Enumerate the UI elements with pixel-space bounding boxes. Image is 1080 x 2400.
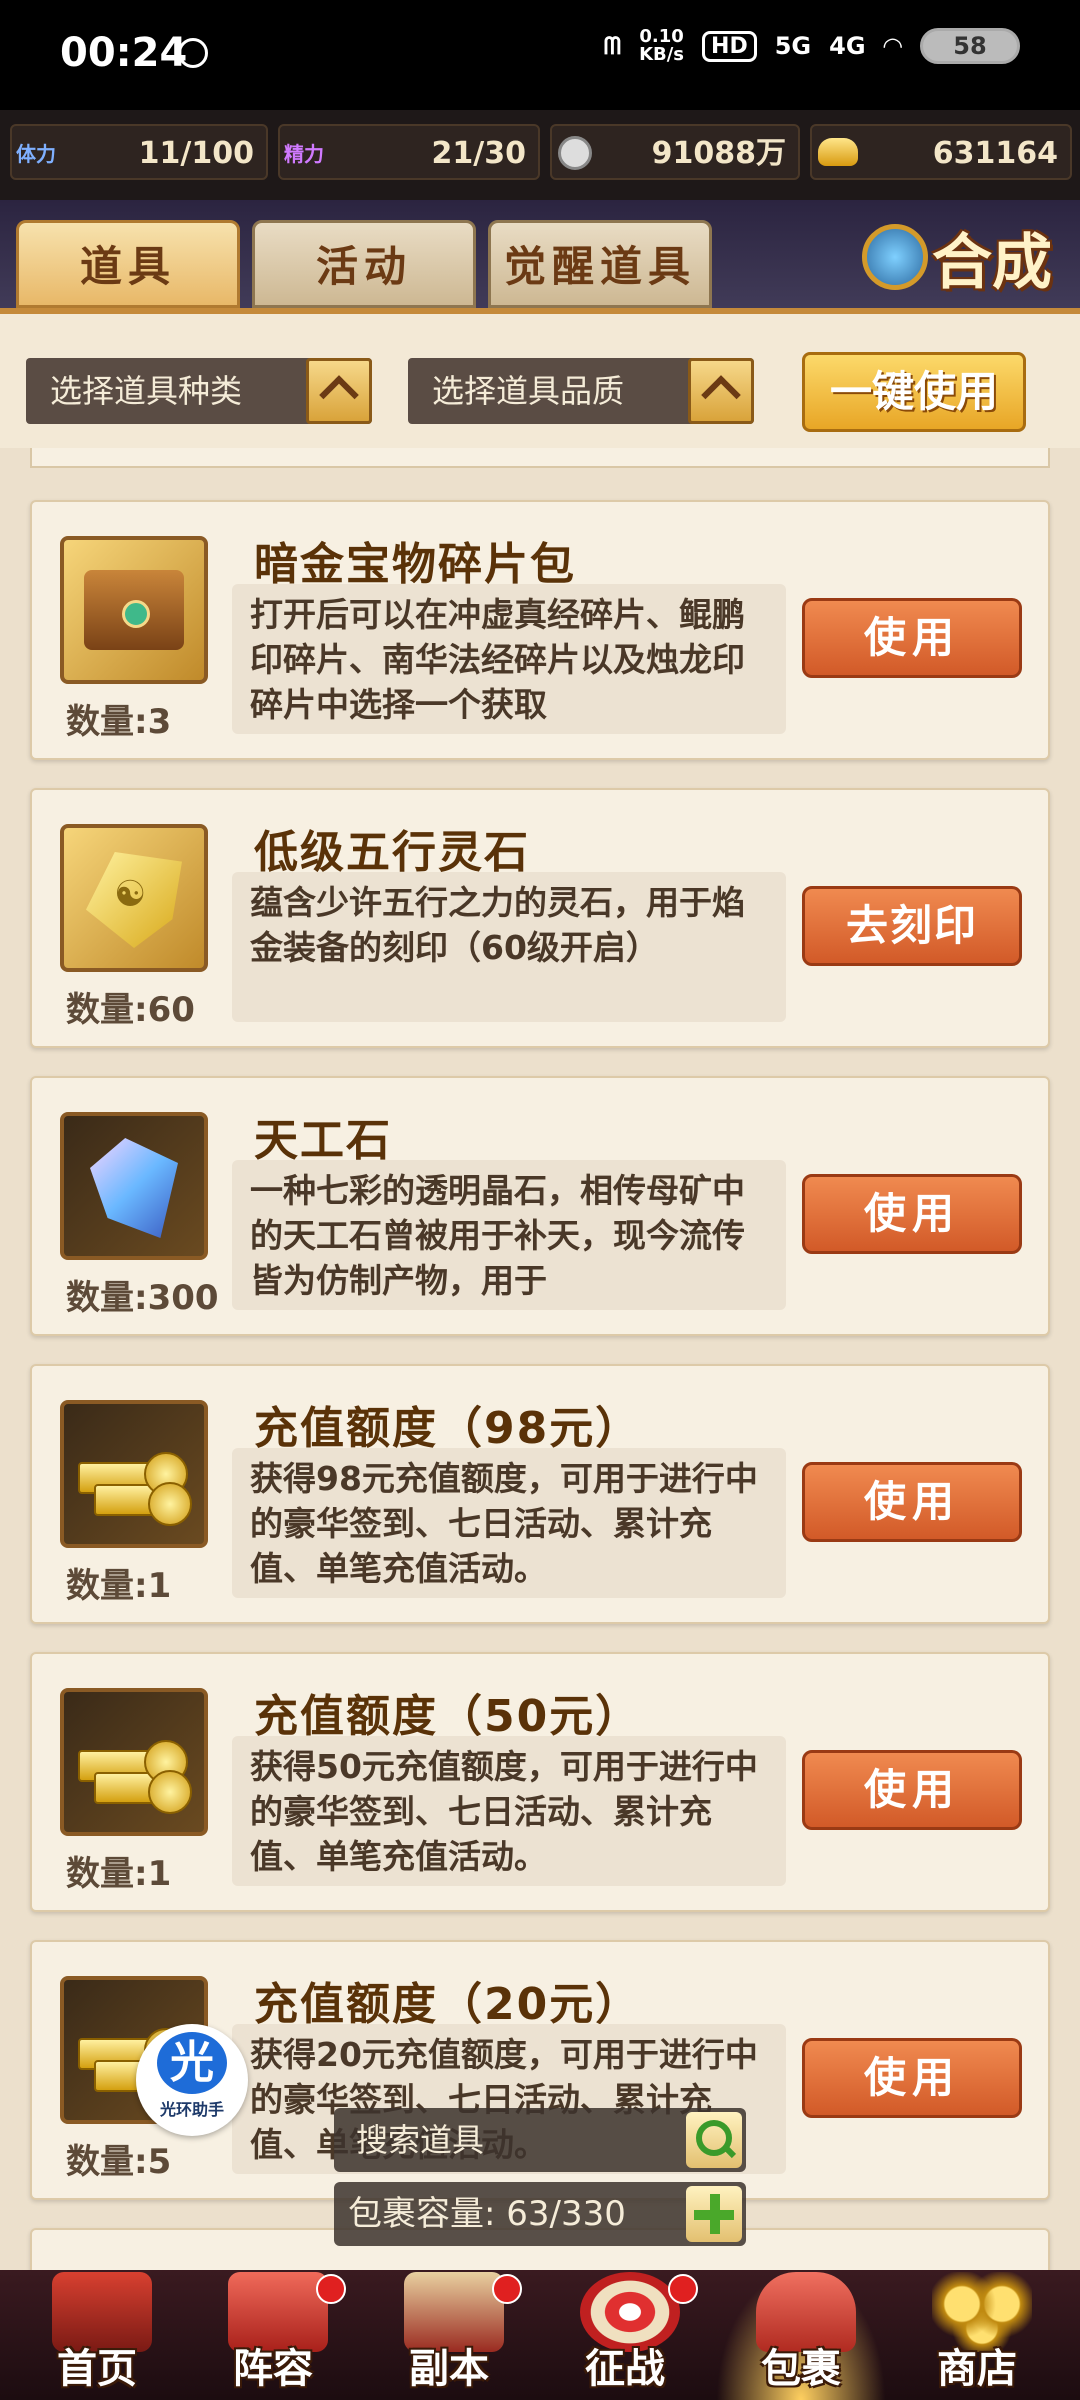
item-quantity: 数量:1 [66,1566,172,1606]
resource-bar: 体力 11/100 精力 21/30 91088万 631164 [0,110,1080,204]
compose-button[interactable]: 合成 [862,212,1052,302]
bag-capacity-value: 63/330 [506,2194,626,2234]
signal-4g-icon: 4G [829,32,866,60]
item-quantity: 数量:300 [66,1278,219,1318]
item-type-select[interactable]: 选择道具种类 [26,358,372,424]
gold-counter[interactable]: 631164 [810,124,1072,180]
one-key-use-button[interactable]: 一键使用 [802,352,1026,432]
compose-icon [862,224,928,290]
energy-icon: 精力 [284,142,324,166]
filter-strip: 选择道具种类 选择道具品质 一键使用 [0,308,1080,454]
status-bar: 00:24 ᗰ 0.10 KB/s HD 5G 4G ◠ 58 [0,0,1080,110]
nav-dungeon[interactable]: 副本 [364,2270,534,2400]
tab-awaken-items[interactable]: 觉醒道具 [488,220,712,308]
stamina-counter[interactable]: 体力 11/100 [10,124,268,180]
item-name: 充值额度（50元） [254,1691,642,1742]
bottom-nav: 首页 阵容 副本 征战 包裹 商店 [0,2270,1080,2400]
assistant-icon: 光 [157,2032,227,2094]
chevron-up-icon[interactable] [688,358,754,424]
signal-5g-icon: 5G [774,32,812,60]
stamina-value: 11/100 [138,136,254,171]
stamina-icon: 体力 [16,142,56,166]
notification-dot [316,2274,346,2304]
item-name: 天工石 [254,1115,392,1166]
nav-bag[interactable]: 包裹 [716,2270,886,2400]
nav-battle[interactable]: 征战 [540,2270,710,2400]
item-type-label: 选择道具种类 [50,372,243,410]
item-list[interactable]: 数量:3 暗金宝物碎片包 打开后可以在冲虚真经碎片、鲲鹏印碎片、南华法经碎片以及… [0,448,1080,2270]
bag-capacity-bar: 包裹容量: 63/330 [334,2182,746,2246]
engrave-button[interactable]: 去刻印 [802,886,1022,966]
list-item: 数量:1 充值额度（50元） 获得50元充值额度，可用于进行中的豪华签到、七日活… [30,1652,1050,1912]
item-quantity: 数量:3 [66,702,172,742]
chevron-up-icon[interactable] [306,358,372,424]
list-item-partial [30,448,1050,468]
energy-counter[interactable]: 精力 21/30 [278,124,540,180]
list-item: 数量:1 充值额度（98元） 获得98元充值额度，可用于进行中的豪华签到、七日活… [30,1364,1050,1624]
search-label: 搜索道具 [356,2121,485,2159]
chest-icon[interactable] [60,536,208,684]
notification-dot [668,2274,698,2304]
list-item: 数量:3 暗金宝物碎片包 打开后可以在冲虚真经碎片、鲲鹏印碎片、南华法经碎片以及… [30,500,1050,760]
tab-events[interactable]: 活动 [252,220,476,308]
gold-bars-icon[interactable] [60,1400,208,1548]
notification-dot [492,2274,522,2304]
assistant-label: 光环助手 [159,2100,224,2119]
notification-icon [178,38,208,68]
expand-bag-icon[interactable] [686,2186,742,2242]
item-quantity: 数量:1 [66,1854,172,1894]
use-button[interactable]: 使用 [802,1174,1022,1254]
nav-home[interactable]: 首页 [12,2270,182,2400]
item-quality-label: 选择道具品质 [432,372,625,410]
item-description: 打开后可以在冲虚真经碎片、鲲鹏印碎片、南华法经碎片以及烛龙印碎片中选择一个获取 [232,584,786,734]
silver-coin-icon [558,136,592,170]
item-description: 一种七彩的透明晶石，相传母矿中的天工石曾被用于补天，现今流传皆为仿制产物，用于 [232,1160,786,1310]
tab-bar: 道具 活动 觉醒道具 合成 [0,200,1080,308]
battery-icon: 58 [920,28,1020,64]
status-icons: ᗰ 0.10 KB/s HD 5G 4G ◠ 58 [604,28,1020,64]
net-speed: 0.10 KB/s [639,26,685,65]
crystal-icon[interactable] [60,1112,208,1260]
gold-value: 631164 [932,136,1058,171]
list-item: 数量:300 天工石 一种七彩的透明晶石，相传母矿中的天工石曾被用于补天，现今流… [30,1076,1050,1336]
use-button[interactable]: 使用 [802,598,1022,678]
search-items-bar[interactable]: 搜索道具 [334,2108,746,2172]
item-name: 充值额度（98元） [254,1403,642,1454]
use-button[interactable]: 使用 [802,1462,1022,1542]
assistant-float-button[interactable]: 光 光环助手 [136,2024,248,2136]
hd-icon: HD [702,30,757,62]
use-button[interactable]: 使用 [802,2038,1022,2118]
wifi-icon: ◠ [883,32,902,60]
gold-bars-icon[interactable] [60,1688,208,1836]
bag-capacity-label: 包裹容量: [348,2194,496,2234]
silver-value: 91088万 [651,136,786,171]
item-name: 低级五行灵石 [254,827,530,878]
energy-value: 21/30 [431,136,526,171]
item-name: 充值额度（20元） [254,1979,642,2030]
silver-counter[interactable]: 91088万 [550,124,800,180]
item-description: 蕴含少许五行之力的灵石，用于焰金装备的刻印（60级开启） [232,872,786,1022]
list-item: 数量:60 低级五行灵石 蕴含少许五行之力的灵石，用于焰金装备的刻印（60级开启… [30,788,1050,1048]
gold-ingot-icon [818,138,858,166]
item-quantity: 数量:60 [66,990,195,1030]
item-description: 获得50元充值额度，可用于进行中的豪华签到、七日活动、累计充值、单笔充值活动。 [232,1736,786,1886]
tab-items[interactable]: 道具 [16,220,240,308]
clock: 00:24 [60,30,188,76]
nav-shop[interactable]: 商店 [892,2270,1062,2400]
nav-lineup[interactable]: 阵容 [188,2270,358,2400]
search-icon[interactable] [686,2112,742,2168]
compose-label: 合成 [932,227,1052,298]
item-description: 获得98元充值额度，可用于进行中的豪华签到、七日活动、累计充值、单笔充值活动。 [232,1448,786,1598]
item-quality-select[interactable]: 选择道具品质 [408,358,754,424]
spirit-stone-icon[interactable] [60,824,208,972]
item-quantity: 数量:5 [66,2142,172,2182]
sim-icon: ᗰ [603,32,622,60]
use-button[interactable]: 使用 [802,1750,1022,1830]
item-name: 暗金宝物碎片包 [254,539,576,590]
